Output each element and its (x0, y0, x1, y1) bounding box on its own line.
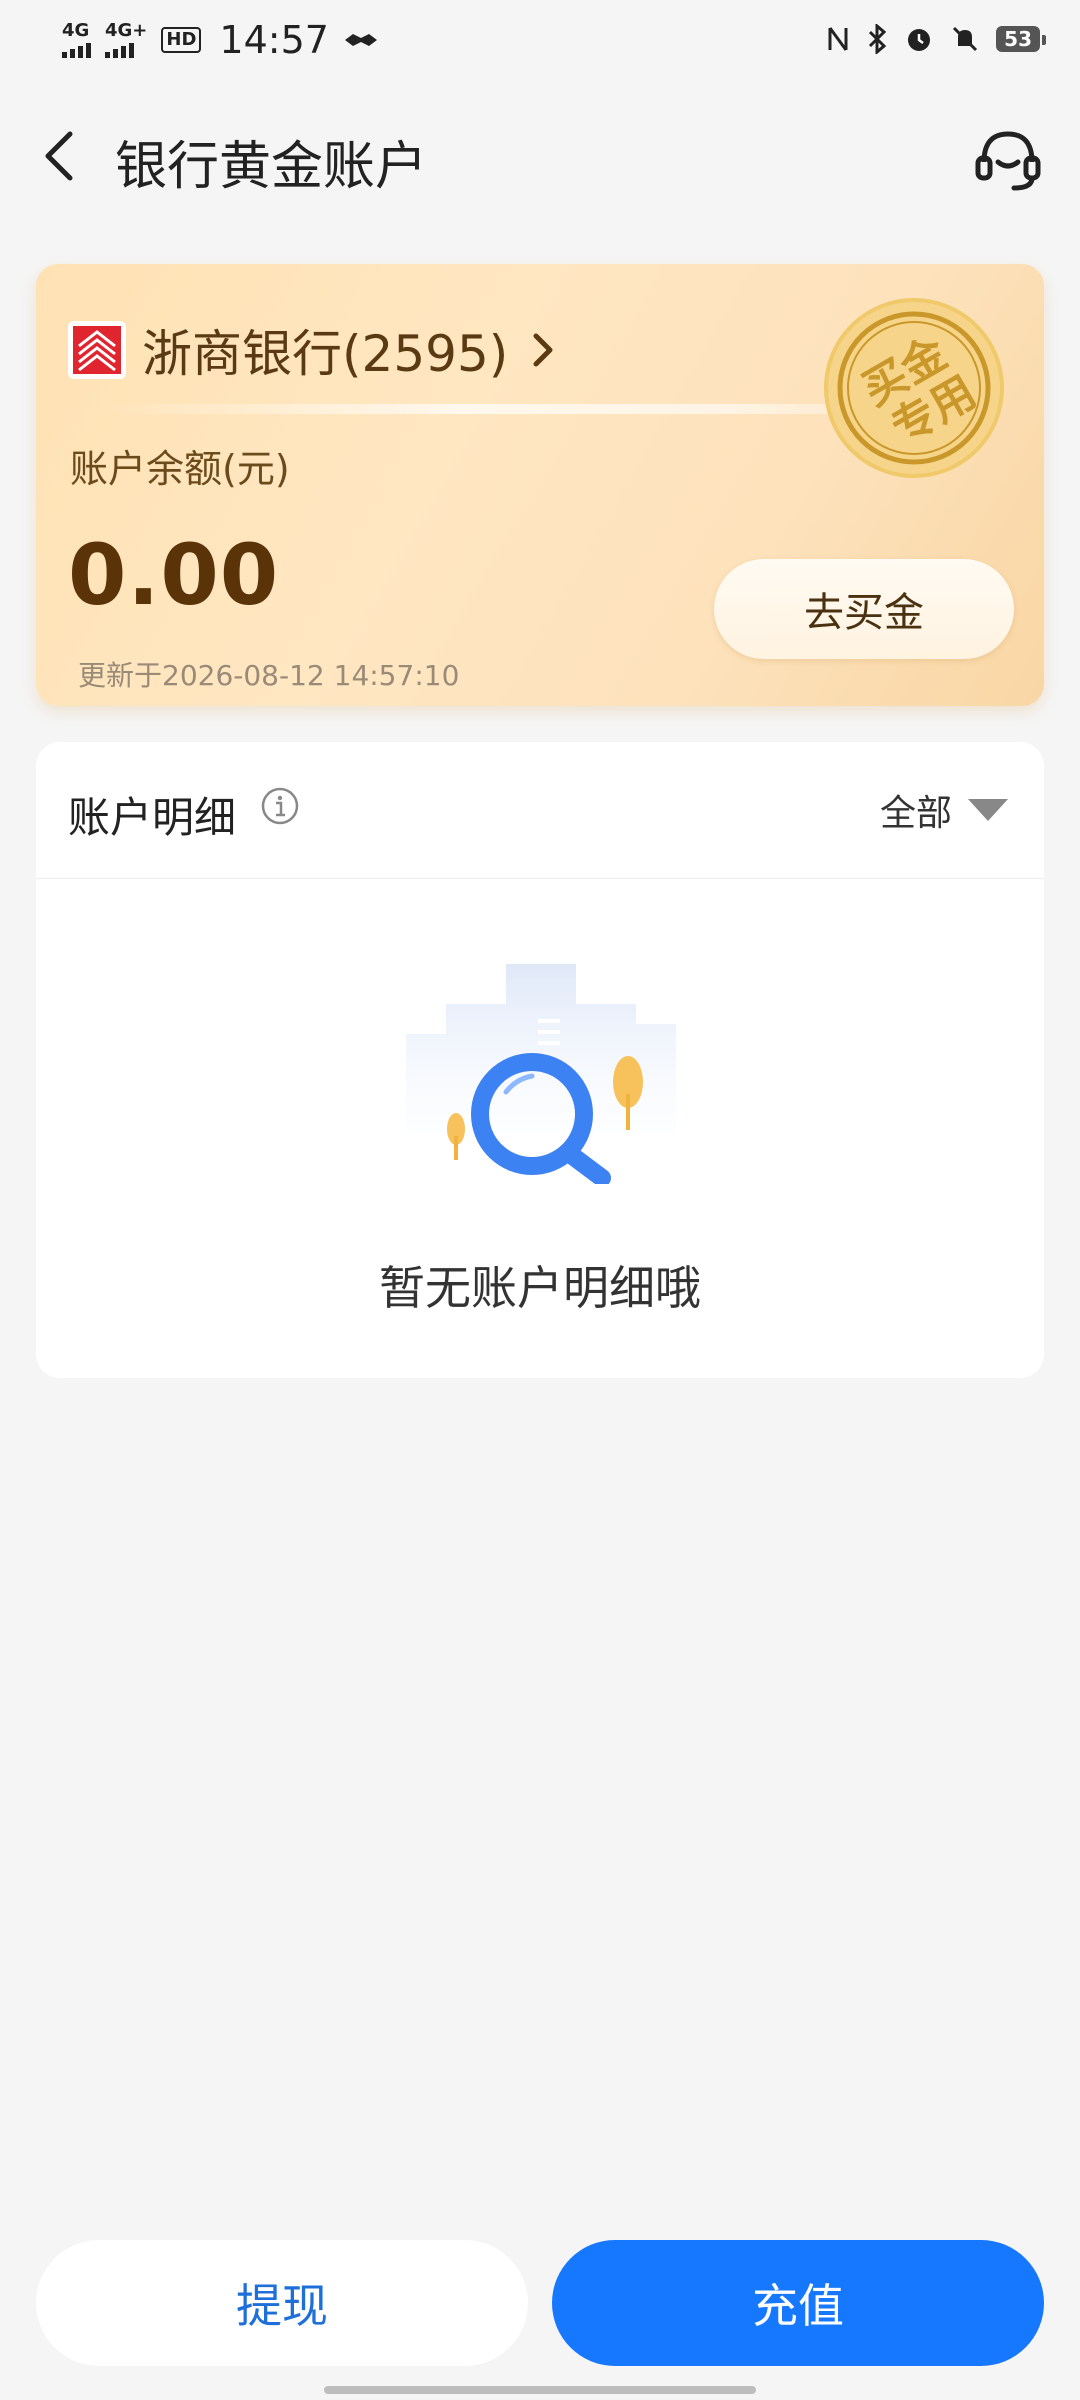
handshake-icon (344, 34, 377, 46)
filter-label: 全部 (879, 793, 952, 834)
status-left: 4G 4G+ HD 14:57 (62, 18, 379, 62)
recharge-button[interactable]: 充值 (552, 2240, 1044, 2366)
status-bar: 4G 4G+ HD 14:57 53 (0, 0, 1080, 84)
balance-label: 账户余额(元) (70, 447, 290, 491)
filter-dropdown[interactable]: 全部 (880, 784, 1008, 836)
alarm-icon (908, 29, 931, 51)
customer-service-icon[interactable] (972, 124, 1044, 194)
bank-logo-icon (68, 321, 126, 379)
balance-value: 0.00 (68, 526, 280, 624)
signal-1-label: 4G (62, 20, 90, 41)
clock: 14:57 (219, 18, 329, 62)
nfc-icon (828, 27, 848, 51)
signal-bars-icon (62, 42, 91, 58)
bank-selector[interactable]: 浙商银行(2595) (68, 314, 558, 386)
account-details-panel: 账户明细 全部 暂无账户明细哦 (36, 742, 1044, 1378)
gold-only-stamp: 买金 专用 (824, 298, 1004, 478)
bluetooth-icon (869, 24, 887, 54)
signal-bars-icon (105, 42, 134, 58)
bank-name: 浙商银行(2595) (142, 325, 509, 383)
top-nav: 银行黄金账户 (0, 112, 1080, 202)
back-arrow-icon[interactable] (32, 126, 92, 186)
details-header: 账户明细 全部 (36, 742, 1044, 879)
empty-search-illustration (406, 964, 676, 1184)
withdraw-button[interactable]: 提现 (36, 2240, 528, 2366)
chevron-right-icon (533, 333, 553, 367)
info-icon[interactable] (260, 786, 300, 826)
updated-time: 更新于2026-08-12 14:57:10 (78, 659, 460, 692)
gold-account-card: 浙商银行(2595) 买金 专用 账户余额(元) 0.00 更新于2026-08… (36, 264, 1044, 706)
details-title: 账户明细 (68, 793, 237, 842)
battery-indicator: 53 (996, 26, 1046, 52)
home-indicator[interactable] (324, 2386, 756, 2394)
status-right: 53 (826, 24, 1046, 54)
signal-2-label: 4G+ (105, 20, 148, 41)
page-title: 银行黄金账户 (115, 137, 428, 197)
mute-icon (953, 26, 978, 52)
empty-state-text: 暂无账户明细哦 (379, 1261, 701, 1315)
signal-2: 4G+ (105, 22, 147, 58)
buy-gold-button[interactable]: 去买金 (714, 559, 1014, 659)
signal-1: 4G (62, 22, 91, 58)
dropdown-arrow-icon (968, 799, 1008, 821)
hd-badge: HD (161, 27, 202, 53)
